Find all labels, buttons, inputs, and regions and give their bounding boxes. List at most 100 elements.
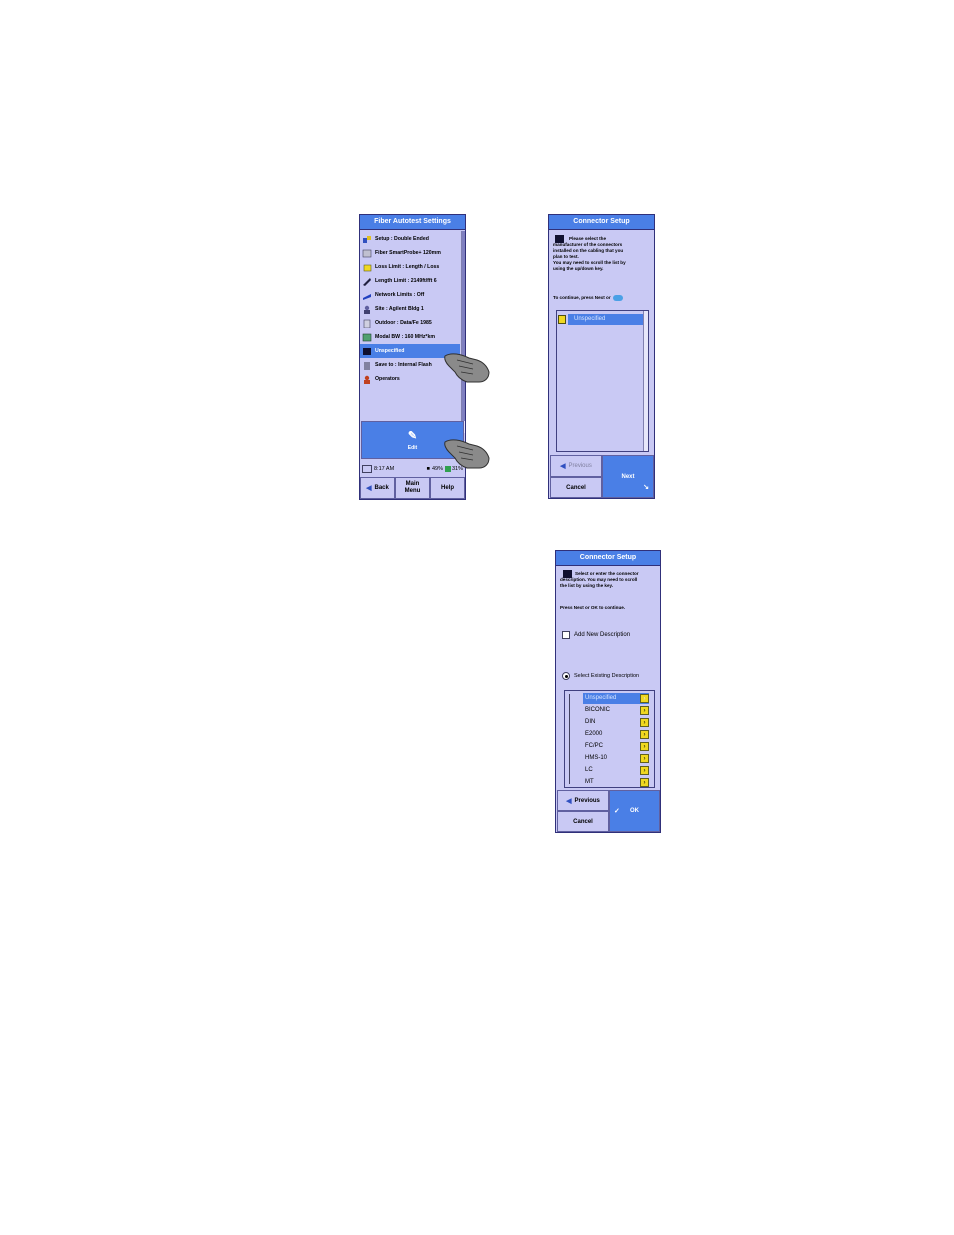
add-checkbox[interactable] (562, 631, 570, 639)
length-limit-icon (362, 277, 372, 286)
list-item-label: MT (585, 779, 594, 785)
main-menu-label-1: Main (405, 481, 420, 487)
list-item[interactable]: FC/PC › (583, 741, 649, 752)
menu-item-modal-bw[interactable]: Modal BW : 160 MHz*km (360, 330, 460, 344)
list-item-label: Unspecified (568, 313, 644, 325)
cancel-label: Cancel (573, 818, 593, 825)
list-item-label: LC (585, 767, 593, 773)
lock-icon: › (640, 718, 649, 727)
list-item-label: E2000 (585, 731, 603, 737)
previous-arrow-icon: ◀ (566, 797, 572, 805)
list-item-label: HMS-10 (585, 755, 608, 761)
add-description-option[interactable]: Add New Description (562, 631, 630, 639)
menu-item-label: Length Limit : 2149ft/fft 6 (375, 278, 437, 284)
next-button[interactable]: Next ↘ (602, 455, 654, 498)
connector-setup-screen-2: Connector Setup Select or enter the conn… (555, 550, 661, 833)
cancel-button[interactable]: Cancel (550, 477, 602, 498)
operators-icon (362, 375, 372, 384)
clock-icon (362, 465, 372, 473)
instructions: Select or enter the connector descriptio… (560, 571, 660, 589)
list-item-label: FC/PC (585, 743, 603, 749)
connector-icon (362, 347, 372, 356)
menu-item-setup[interactable]: Setup : Double Ended (360, 232, 460, 246)
help-label: Help (440, 485, 454, 491)
pointing-hand-icon (444, 439, 490, 469)
list-item[interactable]: LC › (583, 765, 649, 776)
setup-icon (362, 235, 372, 244)
menu-item-fiber-probe[interactable]: Fiber SmartProbe+ 120mm (360, 246, 460, 260)
lock-icon: › (640, 766, 649, 775)
manufacturer-list[interactable]: Unspecified (556, 310, 649, 452)
tree-lines (569, 694, 578, 784)
site-icon (362, 305, 372, 314)
list-item[interactable]: Unspecified › (583, 693, 649, 704)
previous-button[interactable]: ◀ Previous (550, 455, 602, 477)
list-item[interactable]: HMS-10 › (583, 753, 649, 764)
instruction-line: using the up/down key. (553, 266, 604, 271)
screen-title: Connector Setup (556, 551, 660, 566)
lock-icon: › (640, 754, 649, 763)
back-arrow-icon: ◀ (366, 485, 372, 492)
list-item-label: BICONIC (585, 707, 611, 713)
menu-item-label: Setup : Double Ended (375, 236, 429, 242)
press-text: Press Next or OK to continue. (560, 605, 626, 610)
menu-item-label: Site : Agilent Bldg 1 (375, 306, 424, 312)
loss-limit-icon (362, 263, 372, 272)
add-option-label: Add New Description (574, 632, 631, 638)
menu-item-label: Loss Limit : Length / Loss (375, 264, 440, 270)
back-button[interactable]: ◀ Back (360, 477, 395, 499)
previous-label: Previous (574, 797, 600, 804)
main-menu-button[interactable]: Main Menu (395, 477, 430, 499)
back-label: Back (374, 485, 389, 491)
settings-list: Setup : Double Ended Fiber SmartProbe+ 1… (360, 231, 460, 433)
scrollbar[interactable] (461, 231, 465, 433)
lock-icon: › (640, 730, 649, 739)
screen-title: Fiber Autotest Settings (360, 215, 465, 230)
lock-icon (558, 314, 566, 324)
continue-text: To continue, press Next or (553, 295, 653, 301)
cancel-button[interactable]: Cancel (557, 811, 609, 832)
previous-label: Previous (568, 463, 592, 469)
ok-label: OK (630, 808, 639, 814)
menu-item-site[interactable]: Site : Agilent Bldg 1 (360, 302, 460, 316)
checkmark-icon: ✓ (614, 808, 620, 815)
list-item[interactable]: Unspecified (558, 313, 644, 325)
select-radio[interactable] (562, 672, 570, 680)
list-item-label: DIN (585, 719, 596, 725)
list-item-label: Unspecified (585, 695, 617, 701)
lock-icon: ■ (426, 466, 430, 472)
continue-label: To continue, press Next or (553, 295, 611, 300)
network-limits-icon (362, 291, 372, 300)
instruction-line: the list by using the key. (560, 583, 614, 588)
list-item[interactable]: E2000 › (583, 729, 649, 740)
next-key-icon (612, 295, 623, 301)
previous-button[interactable]: ◀ Previous (557, 790, 609, 811)
list-item[interactable]: BICONIC › (583, 705, 649, 716)
edit-icon: ✎ (407, 429, 418, 442)
next-label: Next (621, 473, 635, 480)
pointing-hand-icon (444, 353, 490, 383)
menu-item-label: Unspecified (375, 348, 405, 354)
list-scrollbar[interactable] (643, 311, 648, 451)
help-button[interactable]: Help (430, 477, 465, 499)
battery-level: 49% (431, 466, 443, 472)
list-item[interactable]: MT › (583, 777, 649, 787)
list-item[interactable]: DIN › (583, 717, 649, 728)
cancel-label: Cancel (566, 484, 586, 491)
connector-setup-screen-1: Connector Setup Please select the manufa… (548, 214, 655, 499)
description-list[interactable]: Unspecified › BICONIC › DIN › E2000 › FC/PC ›… (564, 690, 655, 788)
lock-icon: › (640, 694, 649, 703)
select-option-label: Select Existing Description (574, 673, 640, 679)
menu-item-label: Operators (375, 376, 400, 382)
menu-item-network-limits[interactable]: Network Limits : Off (360, 288, 460, 302)
radio-dot (564, 674, 568, 678)
select-description-option[interactable]: Select Existing Description (562, 672, 639, 680)
menu-item-length-limit[interactable]: Length Limit : 2149ft/fft 6 (360, 274, 460, 288)
menu-item-outdoor[interactable]: Outdoor : Data/Fe 1985 (360, 316, 460, 330)
scrollbar-thumb[interactable] (462, 231, 465, 421)
menu-item-loss-limit[interactable]: Loss Limit : Length / Loss (360, 260, 460, 274)
ok-button[interactable]: ✓ OK (609, 790, 660, 832)
modal-bw-icon (362, 333, 372, 342)
menu-item-label: Fiber SmartProbe+ 120mm (375, 250, 441, 256)
lock-icon: › (640, 742, 649, 751)
